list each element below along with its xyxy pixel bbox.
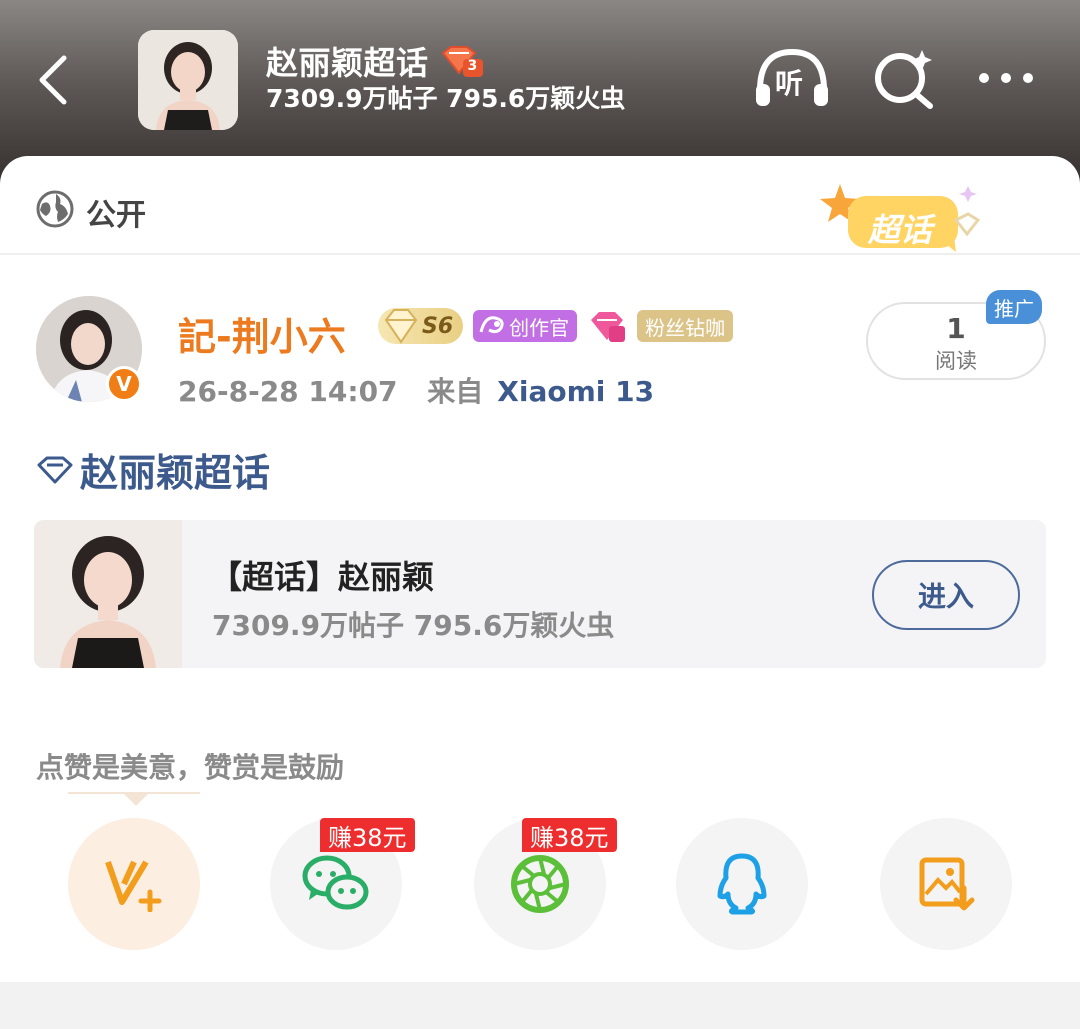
portrait-image (138, 30, 238, 130)
save-image-button[interactable] (880, 818, 1012, 950)
pink-diamond-icon (591, 312, 626, 342)
more-button[interactable] (976, 66, 1036, 94)
post-time: 26-8-28 14:07 (178, 375, 398, 408)
enter-button[interactable]: 进入 (872, 560, 1020, 630)
read-label: 阅读 (935, 349, 977, 373)
super-topic-title: 【超话】赵丽颖 (210, 558, 435, 596)
super-topic-sticker: 超话 (818, 178, 988, 262)
post-meta: 26-8-28 14:07 来自 Xiaomi 13 (178, 370, 654, 410)
search-button[interactable] (872, 46, 936, 114)
super-topic-card[interactable]: 【超话】赵丽颖 7309.9万帖子 795.6万颖火虫 进入 (34, 520, 1046, 668)
fan-level-badge[interactable]: S6 (378, 308, 464, 344)
from-label: 来自 (427, 375, 484, 408)
device-name[interactable]: Xiaomi 13 (497, 375, 654, 408)
reward-button[interactable] (68, 818, 200, 950)
more-dots-icon (979, 73, 1033, 83)
listen-button[interactable]: 听 (752, 46, 832, 114)
wechat-icon (302, 855, 369, 910)
topic-avatar[interactable] (138, 30, 238, 130)
header-title-row: 赵丽颖超话 3 (266, 38, 483, 84)
topic-link-label: 赵丽颖超话 (80, 451, 271, 495)
save-image-icon (919, 857, 975, 911)
promote-tag[interactable]: 推广 (986, 290, 1042, 324)
back-button[interactable] (30, 50, 80, 110)
super-topic-cover (34, 520, 182, 668)
creator-icon (479, 316, 504, 334)
diamond-crown-icon (384, 309, 418, 344)
fan-diamond-badge[interactable]: 粉丝钻咖 (637, 310, 734, 342)
cover-portrait-image (34, 520, 182, 668)
diamond-outline-icon (37, 456, 73, 483)
v-plus-icon (105, 860, 162, 912)
moments-icon (511, 855, 569, 913)
post-card: 公开 超话 V 記-荆小六 S6 创作官 粉丝钻咖 26-8-28 14:07 … (0, 156, 1080, 1029)
visibility-label: 公开 (86, 198, 146, 233)
author-badges: S6 创作官 粉丝钻咖 (378, 306, 734, 346)
tip-arrow (124, 794, 148, 806)
qq-icon (717, 853, 767, 915)
earn-tag-wechat: 赚38元 (320, 818, 415, 852)
chevron-left-icon (39, 55, 67, 105)
search-icon (875, 50, 933, 109)
creator-badge[interactable]: 创作官 (473, 310, 578, 342)
like-prompt: 点赞是美意，赞赏是鼓励 (36, 751, 345, 784)
page-title: 赵丽颖超话 (266, 44, 429, 82)
globe-icon (36, 190, 74, 228)
share-qq-button[interactable] (676, 818, 808, 950)
super-topic-level-badge: 3 (439, 45, 483, 77)
earn-tag-moments: 赚38元 (522, 818, 617, 852)
super-topic-stats: 7309.9万帖子 795.6万颖火虫 (212, 609, 615, 642)
verified-badge: V (106, 366, 142, 402)
visibility-row: 公开 超话 (0, 156, 1080, 255)
footer-divider (0, 982, 1080, 1029)
author-name[interactable]: 記-荆小六 (178, 306, 346, 361)
topic-link[interactable]: 赵丽颖超话 (36, 442, 270, 497)
header-stats: 7309.9万帖子 795.6万颖火虫 (266, 84, 626, 113)
